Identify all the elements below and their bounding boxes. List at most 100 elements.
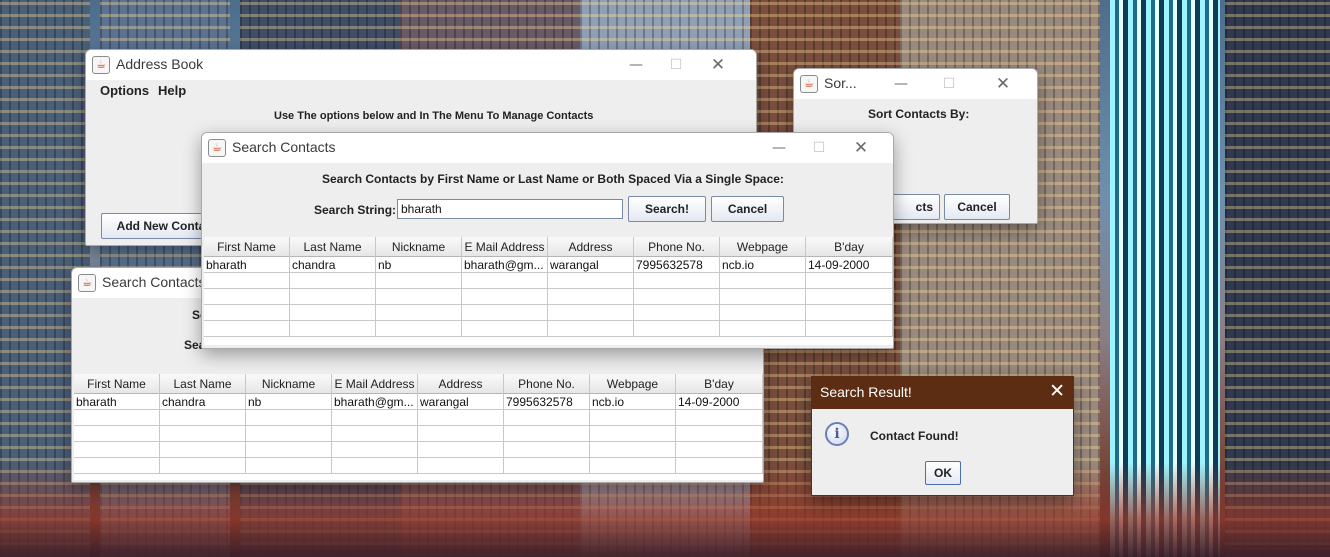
minimize-icon[interactable]: —	[881, 71, 921, 97]
table-cell	[376, 289, 462, 305]
dialog-message: Contact Found!	[870, 429, 959, 443]
table-cell	[676, 442, 763, 458]
table-cell	[246, 426, 332, 442]
column-header[interactable]: E Mail Address	[462, 237, 548, 257]
window-title: Search Contacts	[232, 139, 336, 155]
table-cell	[806, 305, 893, 321]
column-header[interactable]: Last Name	[160, 374, 246, 394]
table-row[interactable]	[204, 321, 893, 337]
column-header[interactable]: First Name	[74, 374, 160, 394]
close-icon[interactable]: ✕	[983, 71, 1023, 97]
table-cell	[74, 458, 160, 474]
search-instructions-label: Search Contacts by First Name or Last Na…	[322, 172, 784, 186]
close-icon[interactable]: ✕	[841, 135, 881, 161]
column-header[interactable]: Nickname	[376, 237, 462, 257]
table-cell	[160, 458, 246, 474]
table-row[interactable]: bharath chandra nb bharath@gm... waranga…	[74, 394, 763, 410]
close-icon[interactable]: ✕	[1049, 380, 1065, 402]
java-cup-icon: ☕	[208, 139, 226, 157]
table-cell	[720, 321, 806, 337]
sort-cancel-button[interactable]: Cancel	[944, 194, 1010, 220]
table-cell	[418, 426, 504, 442]
close-icon[interactable]: ✕	[698, 52, 738, 78]
column-header[interactable]: Phone No.	[504, 374, 590, 394]
column-header[interactable]: Address	[548, 237, 634, 257]
instructions-label: Use The options below and In The Menu To…	[274, 110, 594, 122]
table-cell: 14-09-2000	[676, 394, 763, 410]
table-cell	[376, 321, 462, 337]
search-string-label: Search String:	[314, 203, 397, 217]
column-header[interactable]: Address	[418, 374, 504, 394]
maximize-icon[interactable]: ☐	[929, 71, 969, 97]
table-cell	[246, 458, 332, 474]
java-cup-icon: ☕	[92, 56, 110, 74]
table-cell: bharath	[74, 394, 160, 410]
maximize-icon[interactable]: ☐	[656, 52, 696, 78]
table-cell	[418, 410, 504, 426]
cancel-button[interactable]: Cancel	[711, 196, 784, 222]
table-cell	[290, 273, 376, 289]
column-header[interactable]: E Mail Address	[332, 374, 418, 394]
table-cell: chandra	[160, 394, 246, 410]
table-cell	[418, 458, 504, 474]
column-header[interactable]: Last Name	[290, 237, 376, 257]
table-cell	[204, 273, 290, 289]
table-row[interactable]	[204, 273, 893, 289]
column-header[interactable]: B'day	[676, 374, 763, 394]
table-cell	[160, 410, 246, 426]
window-title: Address Book	[116, 56, 204, 72]
table-cell	[332, 426, 418, 442]
search-results-table[interactable]: First Name Last Name Nickname E Mail Add…	[204, 237, 893, 345]
table-cell: ncb.io	[720, 257, 806, 273]
search-string-input[interactable]: bharath	[397, 199, 623, 219]
table-cell	[462, 273, 548, 289]
table-cell	[246, 442, 332, 458]
table-cell	[418, 442, 504, 458]
column-header[interactable]: Webpage	[590, 374, 676, 394]
table-cell: bharath@gm...	[462, 257, 548, 273]
search-results-table-back[interactable]: First Name Last Name Nickname E Mail Add…	[74, 374, 763, 480]
menu-options[interactable]: Options	[100, 83, 149, 98]
table-cell	[376, 305, 462, 321]
table-row[interactable]: bharath chandra nb bharath@gm... waranga…	[204, 257, 893, 273]
table-cell	[806, 289, 893, 305]
table-cell	[204, 321, 290, 337]
table-cell	[806, 321, 893, 337]
table-row[interactable]	[74, 410, 763, 426]
sort-by-label: Sort Contacts By:	[868, 107, 970, 121]
table-cell	[548, 321, 634, 337]
table-cell	[720, 273, 806, 289]
table-cell	[204, 289, 290, 305]
table-row[interactable]	[204, 289, 893, 305]
table-cell	[290, 289, 376, 305]
table-cell	[74, 410, 160, 426]
java-cup-icon: ☕	[800, 75, 818, 93]
table-cell	[720, 289, 806, 305]
search-button[interactable]: Search!	[628, 196, 706, 222]
table-cell	[590, 458, 676, 474]
table-cell	[246, 410, 332, 426]
table-cell: 7995632578	[504, 394, 590, 410]
table-row[interactable]	[74, 458, 763, 474]
table-cell	[634, 273, 720, 289]
column-header[interactable]: B'day	[806, 237, 893, 257]
table-cell	[676, 426, 763, 442]
table-cell	[676, 410, 763, 426]
minimize-icon[interactable]: —	[616, 52, 656, 78]
ok-button[interactable]: OK	[925, 461, 961, 485]
table-cell: warangal	[548, 257, 634, 273]
column-header[interactable]: Phone No.	[634, 237, 720, 257]
table-row[interactable]	[74, 442, 763, 458]
menu-help[interactable]: Help	[158, 83, 186, 98]
column-header[interactable]: Nickname	[246, 374, 332, 394]
column-header[interactable]: Webpage	[720, 237, 806, 257]
table-cell: chandra	[290, 257, 376, 273]
table-header: First Name Last Name Nickname E Mail Add…	[74, 374, 763, 394]
table-row[interactable]	[74, 426, 763, 442]
column-header[interactable]: First Name	[204, 237, 290, 257]
table-row[interactable]	[204, 305, 893, 321]
minimize-icon[interactable]: —	[759, 135, 799, 161]
table-cell	[548, 305, 634, 321]
maximize-icon[interactable]: ☐	[799, 135, 839, 161]
dialog-titlebar: Search Result! ✕	[812, 377, 1073, 409]
